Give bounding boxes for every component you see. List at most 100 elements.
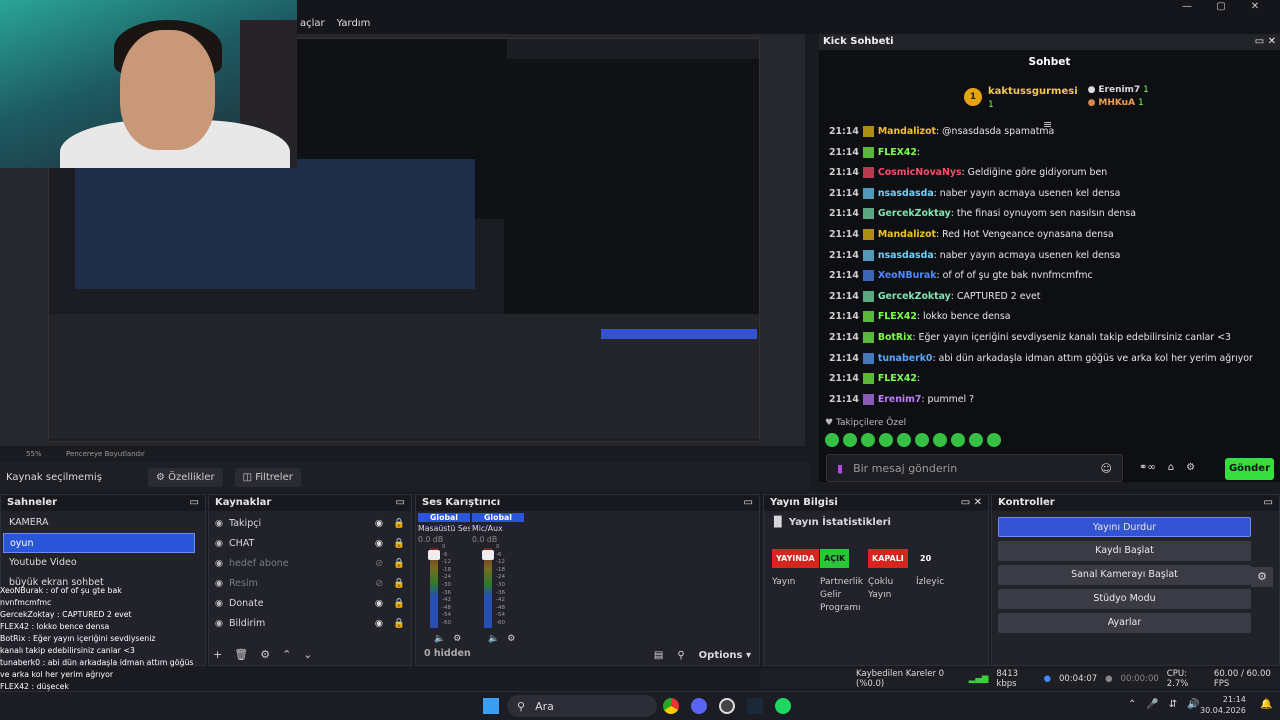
move-down-icon[interactable]: ⌄ — [303, 648, 312, 661]
message-username[interactable]: nsasdasda — [878, 188, 934, 199]
spotify-icon[interactable] — [775, 698, 791, 714]
lock-icon[interactable]: 🔒 — [393, 538, 405, 549]
speaker-icon[interactable]: 🔈 — [488, 634, 499, 644]
visibility-icon[interactable]: ◉ — [375, 518, 383, 529]
visibility-icon[interactable]: ◉ — [375, 598, 383, 609]
close-icon[interactable]: ✕ — [1238, 0, 1272, 14]
close-icon[interactable]: ▭ ✕ — [1255, 36, 1276, 48]
emote-icon[interactable] — [843, 433, 857, 447]
visibility-icon[interactable]: ◉ — [375, 618, 383, 629]
minimize-icon[interactable]: — — [1170, 0, 1204, 14]
emote-icon[interactable] — [879, 433, 893, 447]
hidden-count[interactable]: 0 hidden — [424, 648, 471, 659]
message-username[interactable]: Erenim7 — [878, 394, 922, 405]
trash-icon[interactable]: 🗑 — [234, 648, 248, 661]
network-icon[interactable]: ⇵ — [1169, 699, 1177, 710]
channel-name[interactable]: Mic/Aux — [472, 524, 524, 533]
settings-icon[interactable]: ⚙ — [1186, 462, 1195, 473]
control-button-4[interactable]: Ayarlar — [998, 613, 1251, 633]
source-item[interactable]: ◉ Bildirim ◉ 🔒 — [209, 613, 411, 633]
emote-icon[interactable] — [825, 433, 839, 447]
lock-icon[interactable]: 🔒 — [393, 598, 405, 609]
lock-icon[interactable]: 🔒 — [393, 618, 405, 629]
hidden-visibility-icon[interactable]: ⊘ — [375, 558, 383, 569]
notification-icon[interactable]: 🔔 — [1260, 699, 1272, 710]
emote-icon[interactable] — [897, 433, 911, 447]
link-icon[interactable]: ⚲ — [677, 650, 684, 661]
message-username[interactable]: nsasdasda — [878, 250, 934, 261]
fader-handle[interactable] — [428, 550, 440, 560]
emote-icon[interactable] — [915, 433, 929, 447]
speaker-icon[interactable]: 🔈 — [434, 634, 445, 644]
move-up-icon[interactable]: ⌃ — [282, 648, 291, 661]
emote-icon[interactable] — [933, 433, 947, 447]
source-item[interactable]: ◉ Donate ◉ 🔒 — [209, 593, 411, 613]
store-icon[interactable]: ⌂ — [1168, 462, 1174, 473]
virtualcam-settings-icon[interactable]: ⚙ — [1251, 567, 1273, 587]
gear-icon[interactable]: ⚙ — [453, 634, 461, 644]
tray-chevron-icon[interactable]: ⌃ — [1128, 699, 1136, 710]
undock-icon[interactable]: ▭ — [1264, 497, 1273, 509]
emote-icon[interactable] — [861, 433, 875, 447]
pinned-name[interactable]: kaktussgurmesi — [988, 86, 1078, 97]
link-icon[interactable]: ⚭∞ — [1139, 462, 1156, 473]
undock-icon[interactable]: ▭ — [744, 497, 753, 509]
chrome-icon[interactable] — [663, 698, 679, 714]
control-button-2[interactable]: Sanal Kamerayı Başlat — [998, 565, 1251, 585]
lock-icon[interactable]: 🔒 — [393, 578, 405, 589]
scene-item[interactable]: KAMERA — [3, 513, 195, 533]
scene-item[interactable]: oyun — [3, 533, 195, 553]
message-username[interactable]: XeoNBurak — [878, 270, 937, 281]
gear-icon[interactable]: ⚙ — [507, 634, 515, 644]
message-username[interactable]: tunaberk0 — [878, 353, 933, 364]
message-username[interactable]: FLEX42 — [878, 147, 917, 158]
control-button-1[interactable]: Kaydı Başlat — [998, 541, 1251, 561]
source-item[interactable]: ◉ CHAT ◉ 🔒 — [209, 533, 411, 553]
menu-item-help[interactable]: Yardım — [337, 18, 371, 29]
undock-icon[interactable]: ▭ — [396, 497, 405, 509]
close-icon[interactable]: ▭ ✕ — [961, 497, 982, 509]
chat-input[interactable]: ▮ Bir mesaj gönderin ☺ — [826, 454, 1123, 482]
menu-item-tools[interactable]: açlar — [300, 18, 325, 29]
emote-icon[interactable] — [951, 433, 965, 447]
send-button[interactable]: Gönder — [1225, 458, 1274, 480]
filters-button[interactable]: ◫ Filtreler — [234, 467, 301, 487]
properties-button[interactable]: ⚙ Özellikler — [148, 467, 223, 487]
source-item[interactable]: ◉ Takipçi ◉ 🔒 — [209, 513, 411, 533]
visibility-icon[interactable]: ◉ — [375, 538, 383, 549]
options-button[interactable]: Options ▾ — [699, 650, 751, 661]
source-item[interactable]: ◉ Resim ⊘ 🔒 — [209, 573, 411, 593]
taskbar-search[interactable]: ⚲ Ara — [507, 695, 657, 717]
volume-icon[interactable]: 🔊 — [1187, 699, 1199, 710]
emote-icon[interactable] — [987, 433, 1001, 447]
emote-icon[interactable] — [969, 433, 983, 447]
message-username[interactable]: GercekZoktay — [878, 208, 951, 219]
obs-icon[interactable] — [719, 698, 735, 714]
message-username[interactable]: GercekZoktay — [878, 291, 951, 302]
lock-icon[interactable]: 🔒 — [393, 558, 405, 569]
clock[interactable]: 21:14 30.04.2026 — [1200, 694, 1246, 716]
add-icon[interactable]: + — [213, 648, 222, 661]
mic-icon[interactable]: 🎤 — [1146, 699, 1158, 710]
chat-input-placeholder[interactable]: Bir mesaj gönderin — [853, 462, 1090, 475]
message-username[interactable]: Mandalizot — [878, 126, 936, 137]
message-username[interactable]: FLEX42 — [878, 311, 917, 322]
message-username[interactable]: BotRix — [878, 332, 913, 343]
channel-name[interactable]: Masaüstü Ses — [418, 524, 470, 533]
zoom-level[interactable]: 55% — [26, 450, 42, 458]
control-button-3[interactable]: Stüdyo Modu — [998, 589, 1251, 609]
lock-icon[interactable]: 🔒 — [393, 518, 405, 529]
message-username[interactable]: FLEX42 — [878, 373, 917, 384]
steam-icon[interactable] — [747, 698, 763, 714]
source-item[interactable]: ◉ hedef abone ⊘ 🔒 — [209, 553, 411, 573]
pinned-name[interactable]: MHKuA — [1098, 98, 1135, 108]
emoji-icon[interactable]: ☺ — [1101, 462, 1112, 475]
control-button-0[interactable]: Yayını Durdur — [998, 517, 1251, 537]
fader-handle[interactable] — [482, 550, 494, 560]
windows-start-icon[interactable] — [483, 698, 499, 714]
discord-icon[interactable] — [691, 698, 707, 714]
maximize-icon[interactable]: ▢ — [1204, 0, 1238, 14]
undock-icon[interactable]: ▭ — [190, 497, 199, 509]
pinned-name[interactable]: Erenim7 — [1098, 85, 1140, 95]
scene-item[interactable]: Youtube Video — [3, 553, 195, 573]
